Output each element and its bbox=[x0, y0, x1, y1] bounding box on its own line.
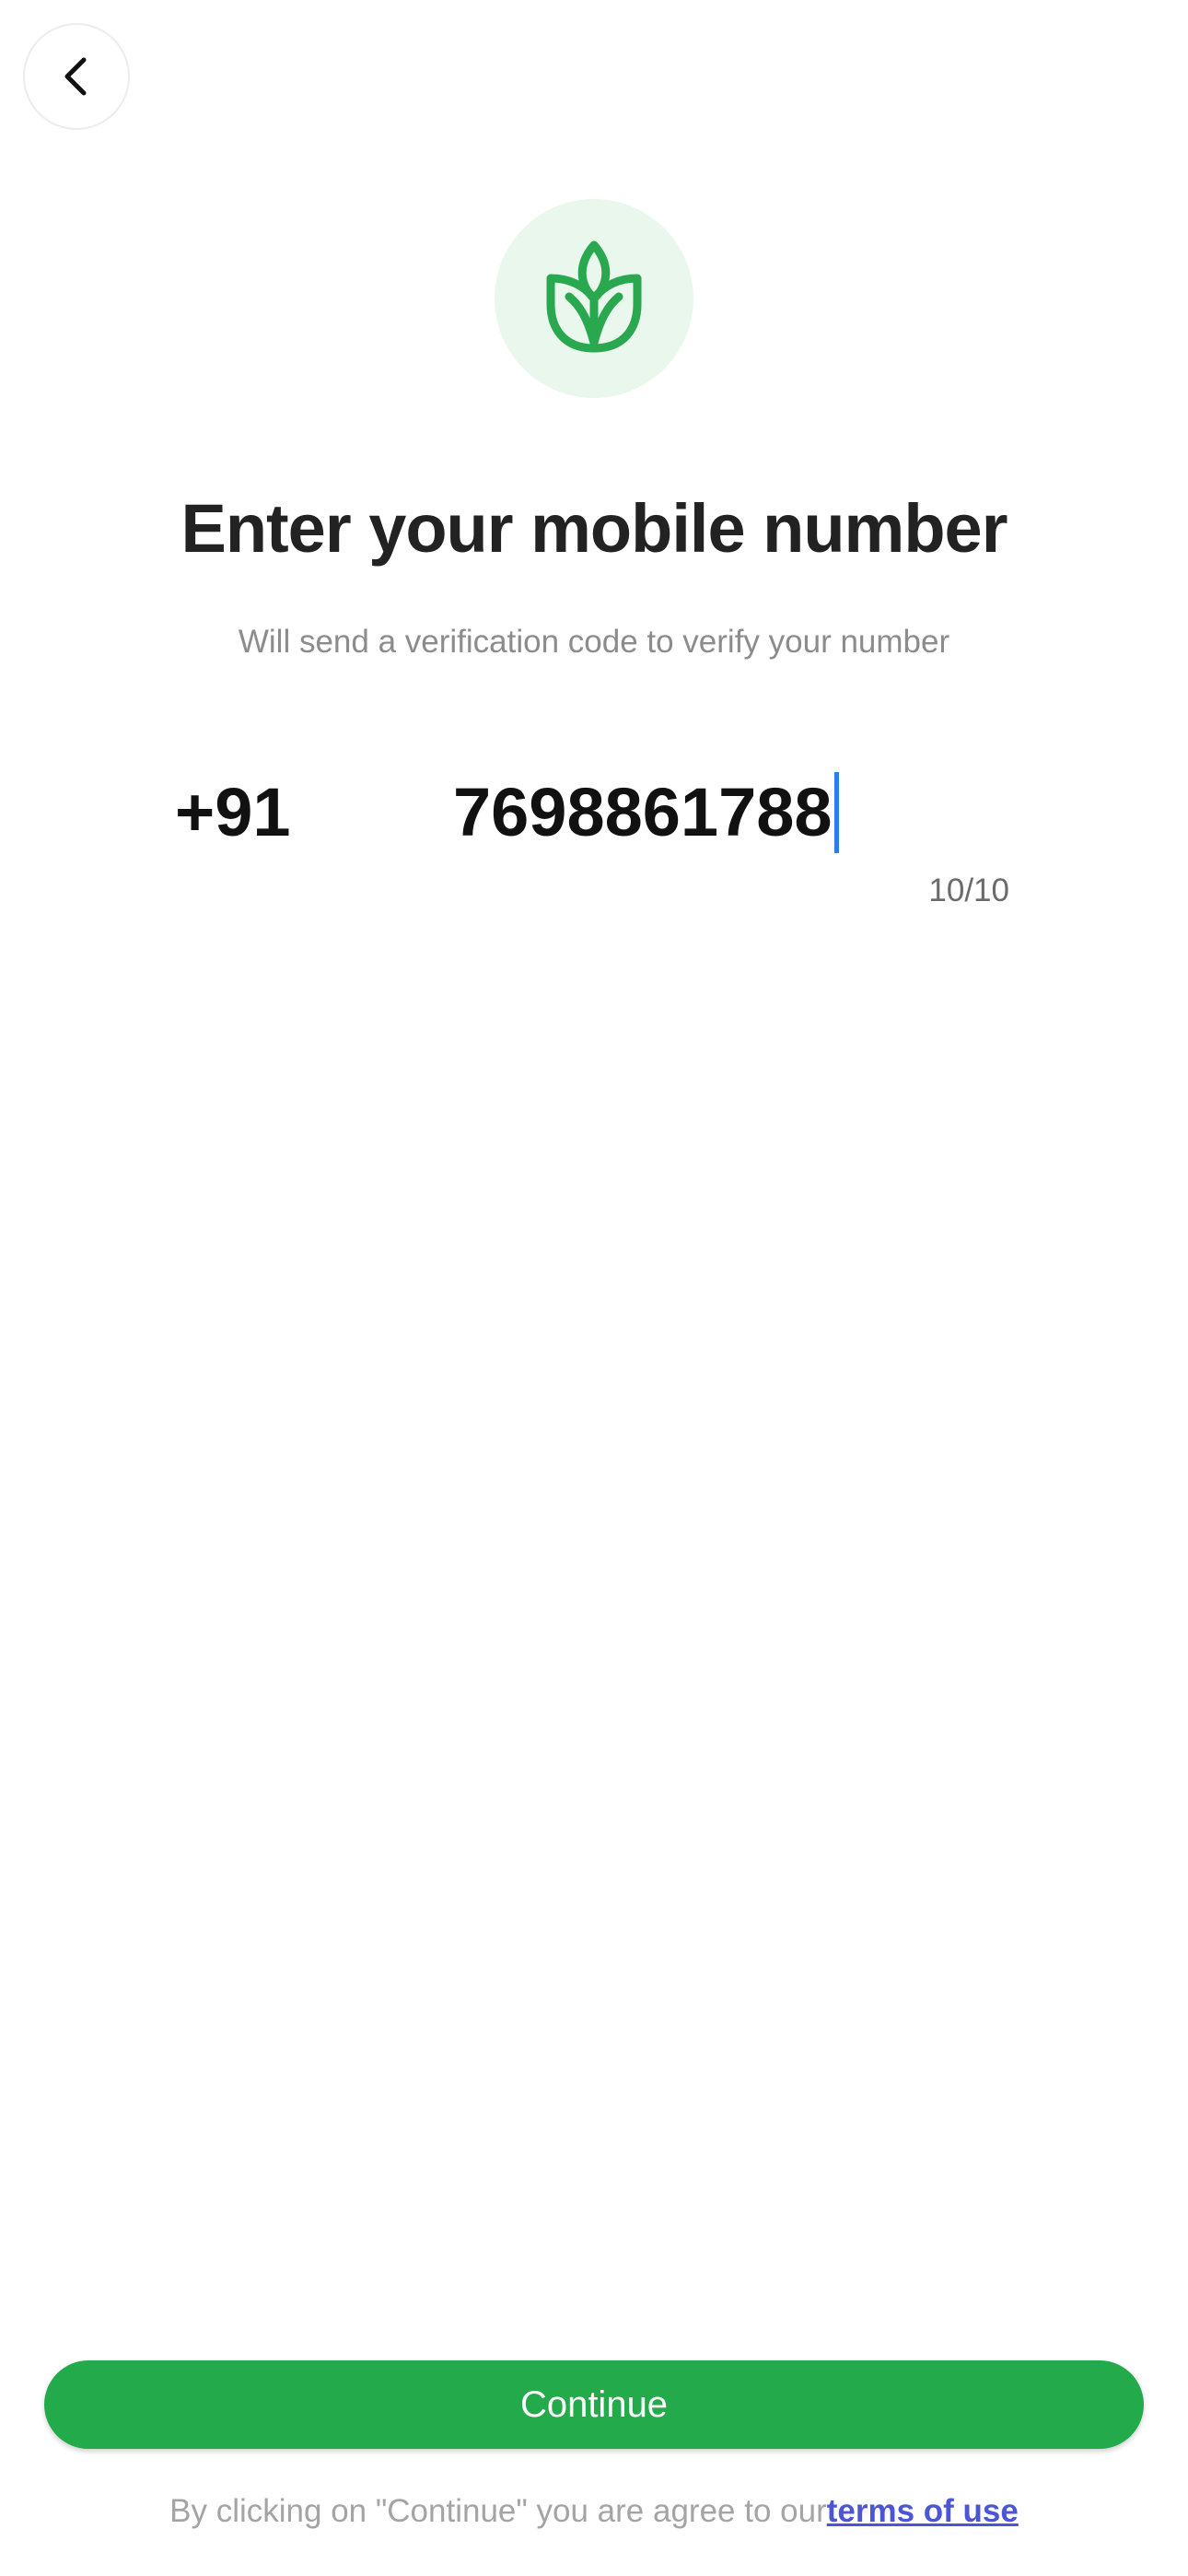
terms-notice: By clicking on "Continue" you are agree … bbox=[0, 2489, 1188, 2534]
character-counter: 10/10 bbox=[928, 872, 1009, 908]
page-subtitle: Will send a verification code to verify … bbox=[238, 624, 950, 660]
app-logo bbox=[495, 199, 693, 398]
text-caret bbox=[833, 772, 839, 853]
continue-button[interactable]: Continue bbox=[44, 2360, 1144, 2449]
phone-number-field[interactable]: 7698861788 bbox=[453, 767, 839, 859]
sprout-leaf-icon bbox=[543, 240, 645, 358]
country-code-selector[interactable]: +91 bbox=[175, 767, 291, 859]
back-button[interactable] bbox=[23, 23, 130, 130]
chevron-left-icon bbox=[58, 54, 95, 99]
terms-prefix-text: By clicking on "Continue" you are agree … bbox=[169, 2493, 827, 2529]
page-title: Enter your mobile number bbox=[181, 490, 1007, 567]
phone-number-value[interactable]: 7698861788 bbox=[453, 767, 833, 859]
terms-of-use-link[interactable]: terms of use bbox=[827, 2493, 1019, 2529]
